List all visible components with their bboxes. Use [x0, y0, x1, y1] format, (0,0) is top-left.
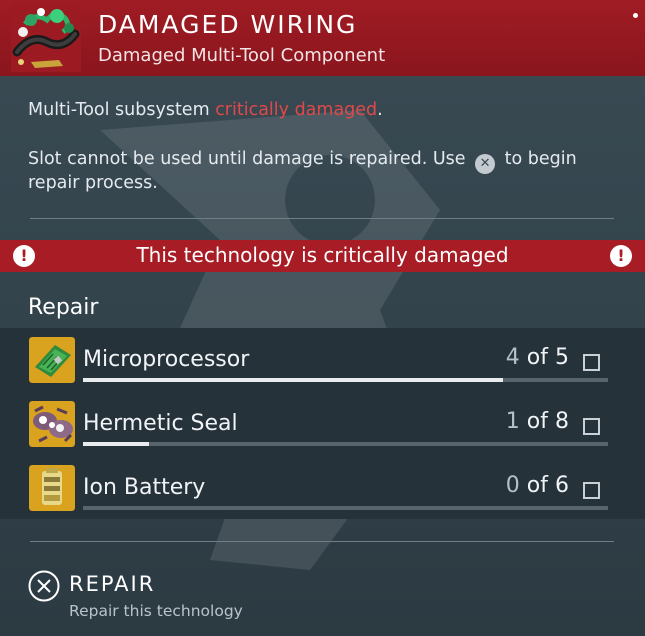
repair-action-sublabel: Repair this technology — [69, 602, 243, 620]
cross-button-icon: ✕ — [475, 154, 496, 174]
item-progress-track — [83, 378, 608, 382]
divider — [30, 218, 614, 219]
description-text: . — [377, 100, 383, 120]
item-header: DAMAGED WIRING Damaged Multi-Tool Compon… — [0, 0, 645, 76]
item-progress-fill — [83, 378, 503, 382]
item-name: Hermetic Seal — [83, 411, 238, 436]
description-text: Slot cannot be used until damage is repa… — [28, 149, 472, 169]
cross-button-icon — [28, 570, 60, 602]
description-line-2: Slot cannot be used until damage is repa… — [28, 147, 577, 174]
item-progress-track — [83, 506, 608, 510]
item-count-have: 0 — [505, 473, 520, 498]
item-count-need: 8 — [555, 409, 569, 434]
item-count-have: 4 — [505, 345, 520, 370]
item-name: Ion Battery — [83, 475, 206, 500]
description-line-1: Multi-Tool subsystem critically damaged. — [28, 98, 383, 122]
item-count-need: 6 — [555, 473, 569, 498]
technology-panel: DAMAGED WIRING Damaged Multi-Tool Compon… — [0, 0, 645, 636]
item-count-of: of — [519, 345, 555, 370]
description-text: to begin — [499, 149, 577, 169]
corner-dot-icon — [633, 13, 638, 18]
repair-item-ion-battery[interactable]: Ion Battery 0 of 6 — [0, 465, 645, 525]
item-count: 1 of 8 — [506, 409, 569, 434]
item-progress-fill — [83, 442, 149, 446]
warning-text: This technology is critically damaged — [136, 243, 509, 267]
item-count-have: 1 — [505, 409, 520, 434]
item-checkbox[interactable] — [583, 354, 600, 371]
item-checkbox[interactable] — [583, 482, 600, 499]
repair-item-hermetic-seal[interactable]: Hermetic Seal 1 of 8 — [0, 401, 645, 461]
item-count: 4 of 5 — [506, 345, 569, 370]
microprocessor-icon — [29, 337, 75, 383]
item-name: Microprocessor — [83, 347, 250, 372]
damaged-wiring-icon — [11, 4, 81, 72]
critical-damage-text: critically damaged — [215, 100, 378, 120]
description-text: Multi-Tool subsystem — [28, 100, 216, 120]
item-count: 0 of 6 — [506, 473, 569, 498]
item-progress-track — [83, 442, 608, 446]
ion-battery-icon — [29, 465, 75, 511]
repair-section-title: Repair — [28, 295, 99, 320]
item-count-of: of — [519, 409, 555, 434]
item-subtitle: Damaged Multi-Tool Component — [98, 45, 386, 66]
critical-warning-banner: ! This technology is critically damaged … — [0, 240, 645, 272]
hermetic-seal-icon — [29, 401, 75, 447]
item-count-of: of — [519, 473, 555, 498]
repair-action-label: REPAIR — [69, 572, 156, 596]
description-line-3: repair process. — [28, 173, 158, 193]
repair-item-microprocessor[interactable]: Microprocessor 4 of 5 — [0, 337, 645, 397]
item-checkbox[interactable] — [583, 418, 600, 435]
item-title: DAMAGED WIRING — [98, 10, 358, 39]
repair-requirements-list: Microprocessor 4 of 5 Hermetic Seal 1 of… — [0, 328, 645, 519]
divider — [30, 541, 614, 542]
alert-icon: ! — [610, 245, 632, 267]
item-count-need: 5 — [555, 345, 569, 370]
